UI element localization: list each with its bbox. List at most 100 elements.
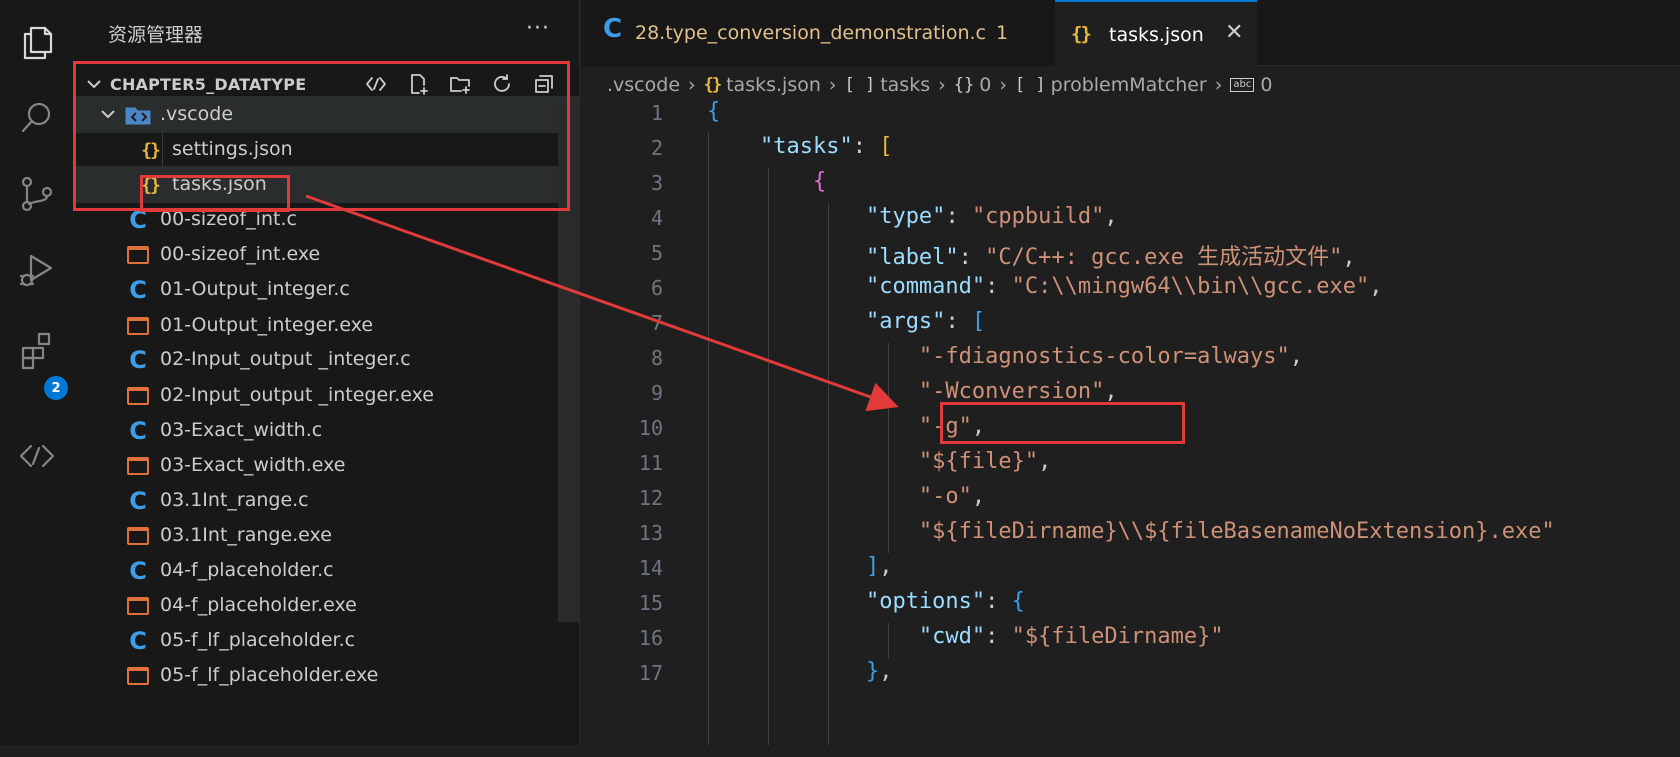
more-actions-icon[interactable]: ··· [526, 16, 550, 41]
array-icon: [ ] [1014, 75, 1046, 95]
exe-file-icon [124, 662, 152, 690]
remote-explorer-icon[interactable] [360, 70, 392, 98]
code-line: 9 "-Wconversion", [650, 379, 1118, 405]
tree-item-settings-json[interactable]: {} settings.json [74, 131, 580, 168]
tree-item-label: .vscode [160, 103, 234, 125]
tree-item-label: 04-f_placeholder.c [160, 559, 334, 581]
exe-file-icon [124, 452, 152, 480]
folder-icon [124, 101, 152, 129]
code-line: 7 "args": [ [650, 309, 986, 335]
refresh-icon[interactable] [486, 70, 518, 98]
code-line: 12 "-o", [638, 484, 986, 510]
code-line: 13 "${fileDirname}\\${fileBasenameNoExte… [638, 519, 1555, 545]
explorer-icon[interactable] [0, 10, 74, 74]
code-line: 3 { [650, 169, 827, 195]
tree-item-label: 04-f_placeholder.exe [160, 594, 357, 616]
array-icon: [ ] [844, 75, 876, 95]
tree-item-label: 02-Input_output _integer.exe [160, 384, 434, 406]
breadcrumb-item[interactable]: 0 [1260, 74, 1272, 96]
close-icon[interactable]: ✕ [1225, 20, 1243, 45]
c-file-icon: C [129, 346, 147, 374]
sidebar-scrollbar[interactable] [558, 102, 580, 622]
code-line: 15 "options": { [638, 589, 1025, 615]
code-line: 5 "label": "C/C++: gcc.exe 生成活动文件", [650, 241, 1356, 270]
run-debug-icon[interactable] [0, 238, 74, 302]
tree-item-file[interactable]: C 04-f_placeholder.c [74, 552, 580, 589]
tree-item-label: 03-Exact_width.c [160, 419, 323, 441]
chevron-right-icon: › [1214, 74, 1223, 96]
tree-item-file[interactable]: 05-f_lf_placeholder.exe [74, 657, 580, 694]
tree-item-label: 05-f_lf_placeholder.exe [160, 664, 379, 686]
json-icon: {} [141, 139, 161, 161]
breadcrumb-item[interactable]: tasks [880, 74, 930, 96]
c-file-icon: C [129, 557, 147, 585]
remote-icon[interactable] [0, 424, 74, 488]
json-icon: {} [1071, 23, 1092, 45]
exe-file-icon [124, 241, 152, 269]
chevron-right-icon: › [688, 74, 696, 96]
tree-item-file[interactable]: 01-Output_integer.exe [74, 307, 580, 344]
search-icon[interactable] [0, 86, 74, 150]
code-line: 17 }, [638, 659, 893, 685]
extensions-icon[interactable] [0, 318, 74, 382]
c-file-icon: C [129, 206, 147, 234]
c-file-icon: C [603, 14, 623, 44]
collapse-all-icon[interactable] [528, 70, 560, 98]
tree-item-label: 03.1Int_range.c [160, 489, 309, 511]
tree-item-file[interactable]: C 05-f_lf_placeholder.c [74, 622, 580, 659]
tree-item-label: 03.1Int_range.exe [160, 524, 332, 546]
tree-item-file[interactable]: 03-Exact_width.exe [74, 447, 580, 484]
tree-item-tasks-json[interactable]: {} tasks.json [74, 166, 580, 203]
tree-item-file[interactable]: C 01-Output_integer.c [74, 271, 580, 308]
chevron-down-icon [84, 74, 104, 94]
tree-item-file[interactable]: 04-f_placeholder.exe [74, 587, 580, 624]
tree-item-file[interactable]: C 03.1Int_range.c [74, 482, 580, 519]
string-icon: abc [1230, 78, 1255, 92]
tree-item-file[interactable]: C 03-Exact_width.c [74, 412, 580, 449]
exe-file-icon [124, 522, 152, 550]
workspace-title: CHAPTER5_DATATYPE [110, 75, 307, 94]
extensions-badge: 2 [44, 376, 68, 400]
editor-tabs: C 28.type_conversion_demonstration.c 1 {… [581, 0, 1680, 66]
tree-item-label: 01-Output_integer.exe [160, 314, 374, 336]
code-line: 8 "-fdiagnostics-color=always", [650, 344, 1304, 370]
json-icon: {} [141, 174, 161, 196]
code-line: 14 ], [638, 554, 893, 580]
object-icon: {} [953, 75, 975, 95]
breadcrumb-item[interactable]: 0 [979, 74, 991, 96]
json-icon: {} [703, 75, 723, 95]
code-line: 2 "tasks": [ [650, 134, 893, 160]
tab-tasks-json[interactable]: {} tasks.json ✕ [1055, 0, 1257, 66]
tree-item-label: 05-f_lf_placeholder.c [160, 629, 356, 651]
chevron-down-icon [98, 104, 118, 124]
breadcrumb-item[interactable]: tasks.json [726, 74, 821, 96]
tree-item-label: tasks.json [172, 173, 267, 195]
tree-item-file[interactable]: 00-sizeof_int.exe [74, 236, 580, 273]
tree-folder-vscode[interactable]: .vscode [74, 96, 580, 133]
code-editor[interactable]: 1 { 2 "tasks": [ 3 { 4 "type": "cppbuild… [581, 99, 1680, 745]
c-file-icon: C [129, 276, 147, 304]
tree-item-label: 01-Output_integer.c [160, 278, 350, 300]
new-file-icon[interactable] [402, 70, 434, 98]
problem-count-badge: 1 [996, 22, 1009, 44]
tree-item-file[interactable]: C 02-Input_output _integer.c [74, 341, 580, 378]
source-control-icon[interactable] [0, 162, 74, 226]
explorer-sidebar: 资源管理器 ··· CHAPTER5_DATATYPE .vscode {} s… [74, 0, 580, 745]
tree-item-label: settings.json [172, 138, 293, 160]
tree-item-file[interactable]: C 00-sizeof_int.c [74, 201, 580, 238]
code-line: 6 "command": "C:\\mingw64\\bin\\gcc.exe"… [650, 274, 1383, 300]
c-file-icon: C [129, 627, 147, 655]
chevron-right-icon: › [828, 74, 837, 96]
exe-file-icon [124, 382, 152, 410]
chevron-right-icon: › [999, 74, 1007, 96]
activity-bar: 2 [0, 0, 74, 745]
breadcrumb-item[interactable]: problemMatcher [1051, 74, 1207, 96]
tree-item-file[interactable]: 03.1Int_range.exe [74, 517, 580, 554]
tree-item-file[interactable]: 02-Input_output _integer.exe [74, 377, 580, 414]
tab-label: tasks.json [1109, 24, 1204, 46]
tab-type-conversion-c[interactable]: C 28.type_conversion_demonstration.c 1 [581, 0, 1055, 66]
new-folder-icon[interactable] [444, 70, 476, 98]
exe-file-icon [124, 312, 152, 340]
code-line: 11 "${file}", [638, 449, 1052, 475]
breadcrumb-item[interactable]: .vscode [607, 74, 680, 96]
